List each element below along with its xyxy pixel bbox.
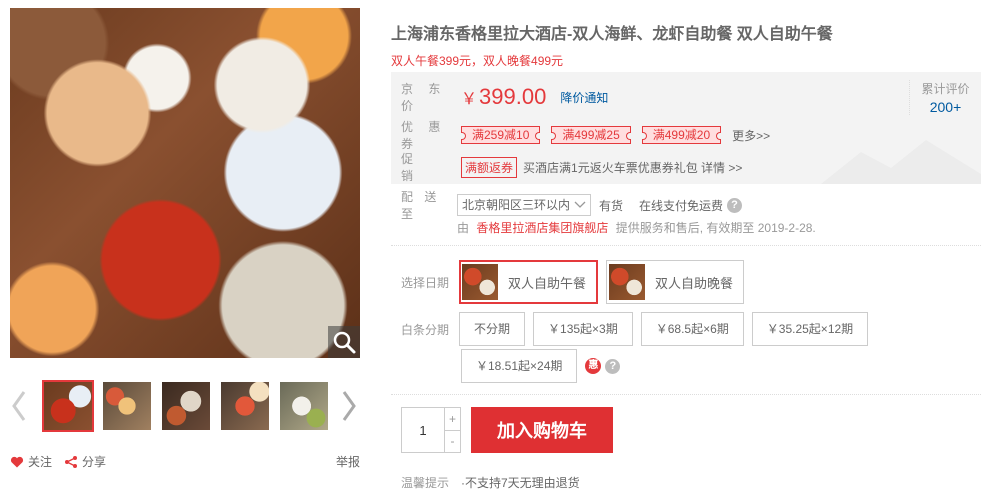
next-arrow-icon[interactable] (340, 386, 358, 426)
follow-share-bar: 关注 分享 (10, 453, 106, 470)
quantity-buttons: + - (444, 408, 460, 452)
review-count[interactable]: 200+ (910, 99, 981, 115)
date-label: 选择日期 (401, 275, 450, 290)
help-icon[interactable]: ? (605, 358, 621, 374)
date-selector: 选择日期 双人自助午餐 双人自助晚餐 (401, 260, 752, 304)
review-summary[interactable]: 累计评价 200+ (909, 80, 981, 115)
share-button[interactable]: 分享 (64, 453, 106, 470)
quantity-input[interactable]: 1 (402, 408, 444, 452)
promo-details-link[interactable]: 买酒店满1元返火车票优惠券礼包 详情 >> (523, 159, 742, 176)
seller-info: 由 香格里拉酒店集团旗舰店 提供服务和售后, 有效期至 2019-2-28. (457, 219, 816, 236)
quantity-stepper: 1 + - (401, 407, 461, 453)
tips-text: ·不支持7天无理由退货 (461, 476, 580, 490)
add-to-cart-button[interactable]: 加入购物车 (471, 407, 613, 453)
divider (391, 394, 981, 395)
discount-badge: 惠 (585, 358, 602, 374)
coupon-3[interactable]: 满499减20 (641, 126, 722, 144)
thumbnail-4[interactable] (219, 380, 271, 432)
thumbnail-2[interactable] (101, 380, 153, 432)
date-option-dinner[interactable]: 双人自助晚餐 (606, 260, 745, 304)
promo-tag: 满额返券 (461, 156, 518, 178)
coupon-label: 优 惠 券 (401, 120, 447, 151)
seller-prefix: 由 (457, 221, 470, 235)
seller-suffix: 提供服务和售后, 有效期至 2019-2-28. (615, 221, 816, 235)
follow-label: 关注 (28, 455, 53, 469)
coupon-2[interactable]: 满499减25 (551, 126, 632, 144)
date-option-label: 双人自助晚餐 (655, 275, 734, 291)
quantity-decrease-button[interactable]: - (445, 431, 460, 453)
promo-row: 促 销 满额返券 买酒店满1元返火车票优惠券礼包 详情 >> (401, 150, 742, 184)
help-icon[interactable]: ? (727, 197, 743, 213)
shipping-row: 配 送 至 北京朝阳区三环以内 有货 在线支付免运费 ? (401, 188, 743, 222)
zoom-icon[interactable] (328, 326, 360, 358)
free-shipping: 在线支付免运费 ? (639, 197, 743, 214)
shop-link[interactable]: 香格里拉酒店集团旗舰店 (476, 221, 608, 235)
option-thumbnail (462, 264, 498, 300)
tips-row: 温馨提示 ·不支持7天无理由退货 (401, 474, 580, 491)
installment-selector: 白条分期 不分期 ￥135起×3期 ￥68.5起×6期 ￥35.25起×12期 (401, 312, 876, 346)
date-option-label: 双人自助午餐 (508, 275, 587, 291)
coupon-row: 优 惠 券 满259减10 满499减25 满499减20 更多>> (401, 118, 770, 152)
price-drop-notify-link[interactable]: 降价通知 (560, 89, 608, 106)
thumbnail-3[interactable] (160, 380, 212, 432)
date-option-lunch[interactable]: 双人自助午餐 (459, 260, 599, 304)
prev-arrow-icon[interactable] (10, 386, 28, 426)
installment-option-none[interactable]: 不分期 (459, 312, 526, 346)
option-thumbnail (609, 264, 646, 300)
coupon-1[interactable]: 满259减10 (461, 126, 541, 144)
stock-status: 有货 (599, 198, 624, 213)
share-label: 分享 (82, 455, 107, 469)
free-shipping-text: 在线支付免运费 (639, 198, 724, 213)
share-icon (65, 455, 78, 468)
price-panel: 京 东 价 ￥ 399.00 降价通知 累计评价 200+ 优 惠 券 满259… (391, 72, 981, 184)
divider (391, 245, 981, 246)
review-label: 累计评价 (921, 82, 970, 96)
thumbnail-5[interactable] (278, 380, 330, 432)
dropdown-arrow-icon (574, 201, 586, 208)
heart-icon (10, 456, 24, 467)
installment-selector-row2: ￥18.51起×24期 惠 ? (461, 349, 621, 383)
follow-button[interactable]: 关注 (10, 453, 52, 470)
product-title: 上海浦东香格里拉大酒店-双人海鲜、龙虾自助餐 双人自助午餐 (391, 26, 833, 43)
price-label: 京 东 价 (401, 82, 447, 113)
shipping-label: 配 送 至 (401, 190, 441, 221)
address-value: 北京朝阳区三环以内 (462, 198, 571, 212)
decorative-mountain (821, 140, 981, 184)
installment-option-12[interactable]: ￥35.25起×12期 (751, 312, 869, 346)
thumbnail-strip (42, 380, 330, 432)
report-link[interactable]: 举报 (336, 453, 360, 470)
price-currency: ￥ (461, 91, 478, 108)
product-subtitle: 双人午餐399元，双人晚餐499元 (391, 54, 564, 68)
promo-label: 促 销 (401, 152, 456, 183)
installment-option-6[interactable]: ￥68.5起×6期 (640, 312, 744, 346)
installment-option-24[interactable]: ￥18.51起×24期 (461, 349, 578, 383)
address-select[interactable]: 北京朝阳区三环以内 (457, 194, 592, 216)
quantity-increase-button[interactable]: + (445, 408, 460, 431)
tips-label: 温馨提示 (401, 476, 450, 490)
installment-label: 白条分期 (401, 322, 450, 337)
price-amount: 399.00 (479, 84, 547, 109)
price-row: 京 东 价 ￥ 399.00 降价通知 (401, 80, 608, 114)
more-coupons-link[interactable]: 更多>> (732, 127, 770, 144)
main-product-image[interactable] (10, 8, 360, 358)
thumbnail-1[interactable] (42, 380, 94, 432)
installment-option-3[interactable]: ￥135起×3期 (533, 312, 633, 346)
